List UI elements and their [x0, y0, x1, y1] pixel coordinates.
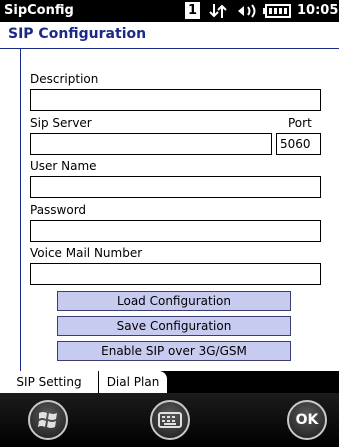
password-field[interactable]	[30, 220, 321, 242]
tab-sip-setting[interactable]: SIP Setting	[0, 371, 99, 393]
left-divider	[20, 49, 21, 371]
keyboard-icon[interactable]	[150, 400, 190, 440]
tab-dial-plan[interactable]: Dial Plan	[99, 371, 167, 393]
status-bar: SipConfig 1 10:05	[0, 0, 339, 22]
description-label: Description	[30, 72, 99, 86]
sip-server-label: Sip Server	[30, 116, 92, 130]
sip-server-field[interactable]	[30, 133, 272, 155]
port-field[interactable]	[276, 133, 321, 155]
load-configuration-button[interactable]: Load Configuration	[57, 291, 291, 311]
enable-sip-3g-button[interactable]: Enable SIP over 3G/GSM	[57, 341, 291, 361]
header-divider	[0, 48, 339, 49]
voice-mail-label: Voice Mail Number	[30, 246, 143, 260]
status-number-badge: 1	[185, 2, 200, 19]
windows-start-icon[interactable]	[28, 400, 68, 440]
app-title: SipConfig	[4, 3, 74, 18]
data-connection-icon[interactable]	[208, 2, 228, 24]
password-label: Password	[30, 203, 87, 217]
port-label: Port	[288, 116, 312, 130]
user-name-label: User Name	[30, 159, 97, 173]
battery-icon[interactable]	[262, 2, 292, 24]
ok-button[interactable]: OK	[287, 400, 327, 440]
clock[interactable]: 10:05	[297, 3, 338, 18]
save-configuration-button[interactable]: Save Configuration	[57, 316, 291, 336]
user-name-field[interactable]	[30, 176, 321, 198]
voice-mail-field[interactable]	[30, 263, 321, 285]
ok-label: OK	[295, 412, 319, 428]
speaker-icon[interactable]	[236, 2, 258, 24]
page-title: SIP Configuration	[8, 26, 147, 42]
description-field[interactable]	[30, 89, 321, 111]
